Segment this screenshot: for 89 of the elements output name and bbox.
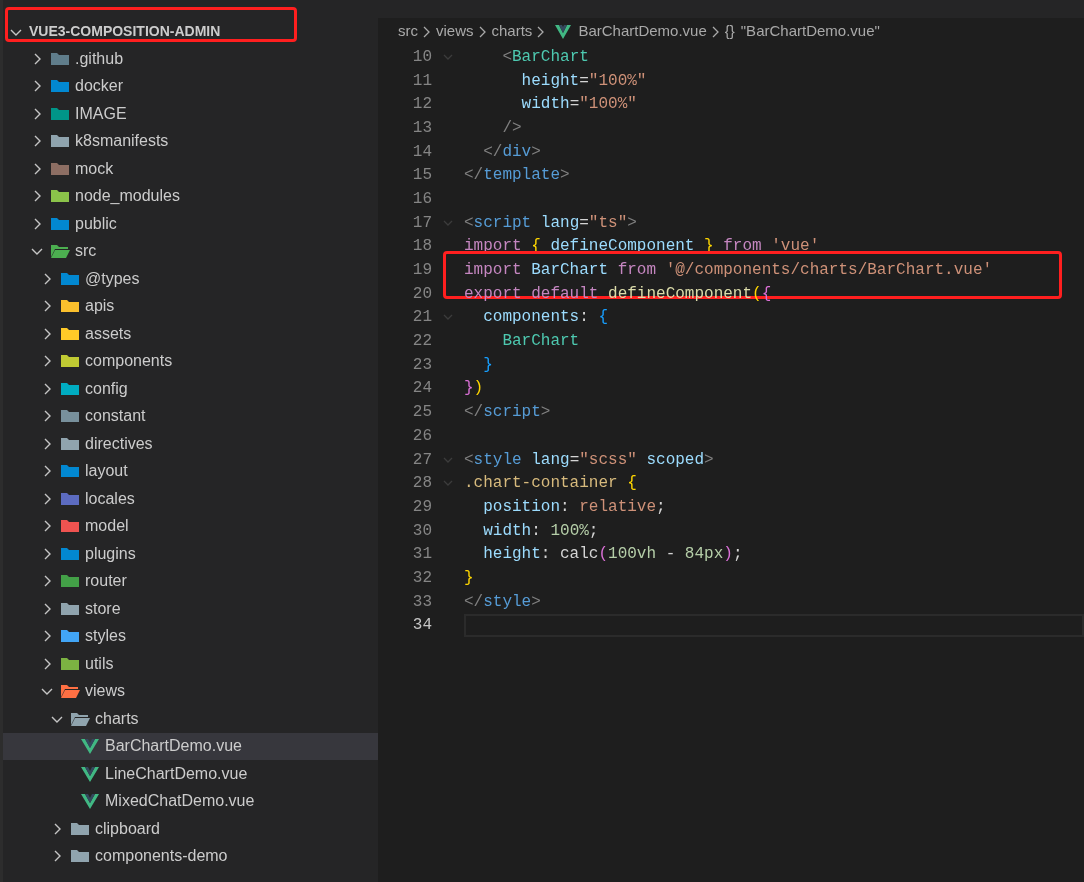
code-line: </style> xyxy=(464,591,542,613)
folder-item[interactable]: model xyxy=(3,512,378,540)
line-number: 27 xyxy=(411,449,432,471)
code-line: width="100%" xyxy=(520,94,638,116)
folder-item[interactable]: store xyxy=(3,595,378,623)
folder-item[interactable]: @types xyxy=(3,265,378,293)
code-line: /> xyxy=(501,117,523,139)
code-line: .chart-container { xyxy=(464,473,638,495)
folder-item[interactable]: config xyxy=(3,375,378,403)
line-number: 21 xyxy=(411,307,432,329)
file-item[interactable]: LineChartDemo.vue xyxy=(3,760,378,788)
symbol-icon: {} xyxy=(724,20,735,43)
code-line: height="100%" xyxy=(520,70,648,92)
code-line: BarChart xyxy=(501,331,581,353)
code-line: <style lang="scss" scoped> xyxy=(464,449,715,471)
chevron-right-icon xyxy=(422,24,432,39)
line-number: 23 xyxy=(411,354,432,376)
folder-item[interactable]: constant xyxy=(3,402,378,430)
breadcrumb-item[interactable]: BarChartDemo.vue xyxy=(578,20,707,43)
vue-logo-icon xyxy=(80,738,100,755)
code-line: </script> xyxy=(464,402,552,424)
folder-item[interactable]: .github xyxy=(3,45,378,73)
line-number: 10 xyxy=(411,46,432,68)
code-line: }) xyxy=(464,378,485,400)
code-line: height: calc(100vh - 84px); xyxy=(482,544,744,566)
code-line: <script lang="ts"> xyxy=(464,212,638,234)
project-title[interactable]: VUE3-COMPOSITION-ADMIN xyxy=(29,21,221,42)
line-number: 25 xyxy=(411,402,432,424)
chevron-right-icon xyxy=(710,24,721,39)
line-number: 22 xyxy=(411,331,432,353)
code-line: import BarChart from '@/components/charts/BarChart.vue' xyxy=(464,260,994,282)
line-number: 24 xyxy=(411,378,432,400)
folder-item[interactable]: styles xyxy=(3,622,378,650)
code-line: <BarChart xyxy=(501,46,590,68)
code-line: </template> xyxy=(464,165,571,187)
folder-item[interactable]: router xyxy=(3,567,378,595)
line-number: 30 xyxy=(411,520,432,542)
folder-item[interactable]: k8smanifests xyxy=(3,127,378,155)
chevron-right-icon xyxy=(477,24,488,39)
line-number: 14 xyxy=(411,141,432,163)
code-line: width: 100%; xyxy=(482,520,600,542)
code-line: } xyxy=(464,567,475,589)
folder-item[interactable]: apis xyxy=(3,292,378,320)
line-number: 34 xyxy=(411,615,432,637)
line-number: 31 xyxy=(411,544,432,566)
folder-item[interactable]: plugins xyxy=(3,540,378,568)
breadcrumb-item[interactable]: "BarChartDemo.vue" xyxy=(740,20,880,43)
breadcrumb-item[interactable]: src xyxy=(398,20,418,43)
folder-item[interactable]: layout xyxy=(3,457,378,485)
line-number: 11 xyxy=(411,70,432,92)
folder-item[interactable]: components xyxy=(3,347,378,375)
file-item[interactable]: BarChartDemo.vue xyxy=(3,732,378,760)
file-item[interactable]: MixedChatDemo.vue xyxy=(3,787,378,815)
code-line: position: relative; xyxy=(482,496,667,518)
line-number: 13 xyxy=(411,117,432,139)
line-number: 12 xyxy=(411,94,432,116)
line-number: 28 xyxy=(411,473,432,495)
line-number: 33 xyxy=(411,591,432,613)
code-line: </div> xyxy=(482,141,542,163)
folder-item[interactable]: public xyxy=(3,210,378,238)
folder-item[interactable]: clipboard xyxy=(3,815,378,843)
line-number: 26 xyxy=(411,425,432,447)
folder-item[interactable]: IMAGE xyxy=(3,100,378,128)
line-number: 20 xyxy=(411,283,432,305)
line-number: 32 xyxy=(411,567,432,589)
folder-item[interactable]: locales xyxy=(3,485,378,513)
code-line: components: { xyxy=(482,307,610,329)
folder-item[interactable]: directives xyxy=(3,430,378,458)
breadcrumb-item[interactable]: charts xyxy=(491,20,533,43)
line-number: 18 xyxy=(411,236,432,258)
folder-item[interactable]: mock xyxy=(3,155,378,183)
line-number: 19 xyxy=(411,260,432,282)
code-line: } xyxy=(482,354,494,376)
line-number: 29 xyxy=(411,496,432,518)
folder-item[interactable]: docker xyxy=(3,72,378,100)
line-number: 17 xyxy=(411,212,432,234)
breadcrumb-item[interactable]: views xyxy=(436,20,474,43)
folder-item[interactable]: charts xyxy=(3,705,378,733)
vue-logo-icon xyxy=(80,765,100,782)
vue-logo-icon xyxy=(554,24,573,39)
folder-item[interactable]: src xyxy=(3,237,378,265)
line-number: 16 xyxy=(411,188,432,210)
folder-item[interactable]: views xyxy=(3,677,378,705)
vue-logo-icon xyxy=(80,793,100,810)
line-number: 15 xyxy=(411,165,432,187)
folder-item[interactable]: assets xyxy=(3,320,378,348)
folder-item[interactable]: node_modules xyxy=(3,182,378,210)
folder-item[interactable]: components-demo xyxy=(3,842,378,870)
folder-item[interactable]: utils xyxy=(3,650,378,678)
